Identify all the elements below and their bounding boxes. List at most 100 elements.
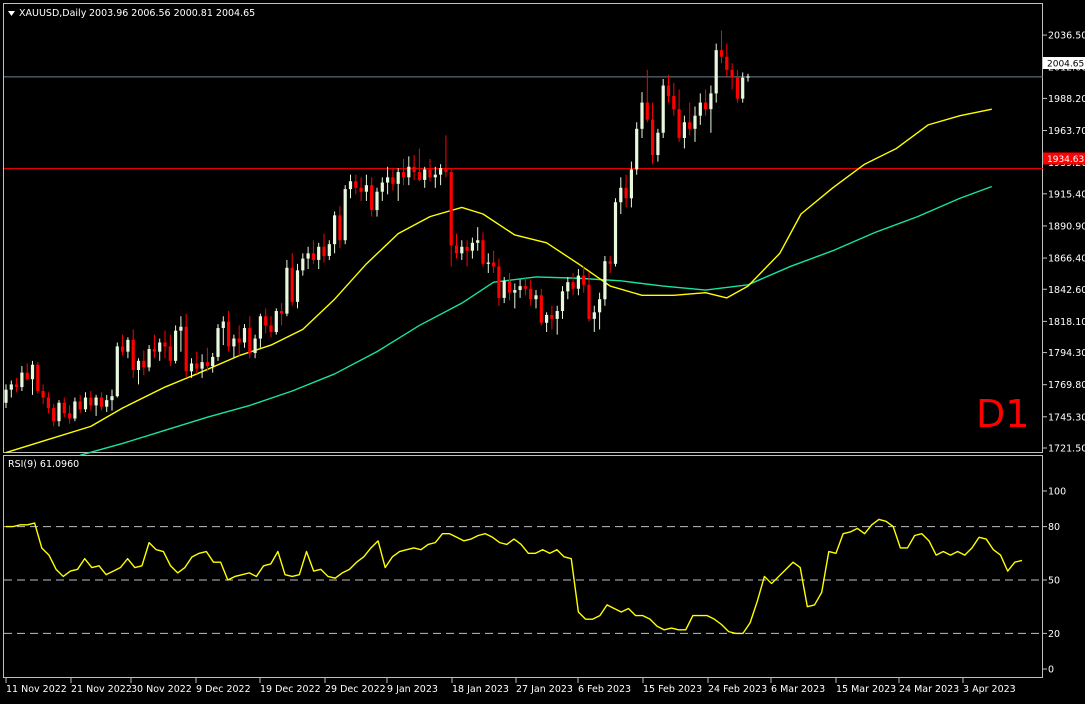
time-axis-label: 15 Mar 2023: [836, 684, 896, 695]
rsi-axis-label: 50: [1048, 576, 1060, 587]
candle-bear: [311, 253, 315, 260]
candle-bear: [131, 339, 135, 371]
candle-bull: [386, 177, 390, 183]
candle-bear: [25, 372, 29, 380]
rsi-axis-label: 0: [1048, 665, 1054, 676]
candle-bull: [94, 397, 98, 406]
candle-bear: [582, 275, 586, 285]
candle-bear: [36, 364, 40, 391]
candle-bull: [232, 338, 236, 347]
candle-bear: [666, 85, 671, 97]
candle-bull: [200, 362, 204, 369]
candle-bull: [221, 321, 225, 329]
candle-bull: [619, 187, 623, 203]
candle-bull: [566, 282, 570, 292]
candle-bear: [184, 326, 188, 372]
candle-bull: [105, 400, 109, 407]
candle-bull: [136, 360, 141, 371]
candle-bull: [30, 364, 35, 380]
time-axis-label: 27 Jan 2023: [516, 684, 573, 695]
candle-bear: [719, 50, 724, 57]
candle-bull: [333, 215, 337, 245]
candle-bull: [348, 181, 353, 190]
candle-bear: [68, 413, 72, 419]
candle-bear: [730, 69, 734, 78]
candle-bull: [306, 253, 310, 259]
candle-bear: [280, 311, 284, 314]
candle-bull: [83, 397, 88, 410]
time-axis-label: 6 Feb 2023: [578, 684, 631, 695]
candle-bull: [486, 262, 490, 264]
candle-bear: [15, 384, 19, 388]
candle-bear: [550, 314, 554, 319]
candle-bull: [460, 246, 464, 254]
price-axis-label: 1842.60: [1048, 285, 1085, 296]
candle-bear: [46, 397, 50, 409]
price-axis-label: 1745.30: [1048, 412, 1085, 423]
candle-bull: [375, 191, 379, 211]
candle-bear: [428, 169, 432, 178]
candle-bull: [364, 185, 368, 192]
time-axis-label: 3 Apr 2023: [963, 684, 1016, 695]
price-axis-label: 1818.10: [1048, 317, 1085, 328]
candle-bear: [359, 187, 363, 192]
candle-bull: [216, 328, 220, 357]
candle-bull: [380, 182, 384, 192]
time-axis-label: 30 Nov 2022: [131, 684, 192, 695]
candle-bull: [439, 168, 443, 175]
time-axis-label: 6 Mar 2023: [771, 684, 825, 695]
price-axis-label: 1721.50: [1048, 444, 1085, 455]
candle-bear: [121, 346, 125, 352]
rsi-title: RSI(9) 61.0960: [8, 459, 79, 470]
candle-bear: [651, 119, 655, 156]
candle-bull: [746, 76, 750, 78]
candle-bull: [126, 339, 130, 352]
candle-bull: [693, 115, 697, 129]
candle-bull: [211, 356, 215, 367]
candle-bear: [608, 261, 612, 264]
ohlc-readout: 2003.96 2006.56 2000.81 2004.65: [89, 8, 255, 19]
candle-bull: [317, 246, 321, 260]
candle-bear: [507, 280, 512, 293]
time-axis-label: 9 Dec 2022: [196, 684, 251, 695]
candle-bull: [545, 314, 549, 323]
candle-bull: [470, 242, 474, 251]
candle-bear: [587, 284, 591, 319]
candle-bull: [592, 312, 596, 319]
time-axis-label: 11 Nov 2022: [6, 684, 67, 695]
time-axis-label: 21 Nov 2022: [71, 684, 132, 695]
candle-bear: [677, 109, 681, 138]
candle-bull: [343, 189, 347, 241]
price-axis-label: 1794.30: [1048, 348, 1085, 359]
price-axis-label: 1890.90: [1048, 221, 1085, 232]
candle-bear: [52, 408, 56, 422]
candle-bear: [354, 181, 358, 188]
candle-bull: [253, 338, 257, 353]
candle-bear: [725, 56, 729, 70]
candle-bear: [539, 295, 543, 323]
rsi-axis-label: 80: [1048, 522, 1060, 533]
candle-bull: [423, 169, 427, 180]
chart-window[interactable]: 2036.502012.001988.201963.701939.201915.…: [0, 0, 1085, 700]
candle-bear: [523, 286, 527, 289]
candle-bear: [142, 360, 146, 368]
candle-bear: [237, 338, 241, 343]
candle-bear: [465, 246, 469, 251]
candle-bull: [20, 372, 24, 388]
candle-bear: [152, 349, 156, 352]
time-axis-label: 9 Jan 2023: [387, 684, 438, 695]
price-axis-label: 1988.20: [1048, 94, 1085, 105]
candle-bull: [189, 363, 194, 372]
candle-bull: [635, 128, 639, 170]
candle-bear: [704, 102, 708, 110]
candle-bull: [560, 291, 565, 312]
candle-bull: [576, 275, 580, 289]
candle-bear: [338, 215, 342, 241]
candle-bull: [301, 258, 305, 271]
chart-canvas[interactable]: 2036.502012.001988.201963.701939.201915.…: [0, 0, 1085, 700]
candle-bear: [205, 362, 209, 367]
candle-bear: [492, 262, 496, 267]
candle-bear: [248, 328, 252, 353]
candle-bull: [327, 244, 331, 256]
rsi-axis-label: 100: [1048, 487, 1066, 498]
